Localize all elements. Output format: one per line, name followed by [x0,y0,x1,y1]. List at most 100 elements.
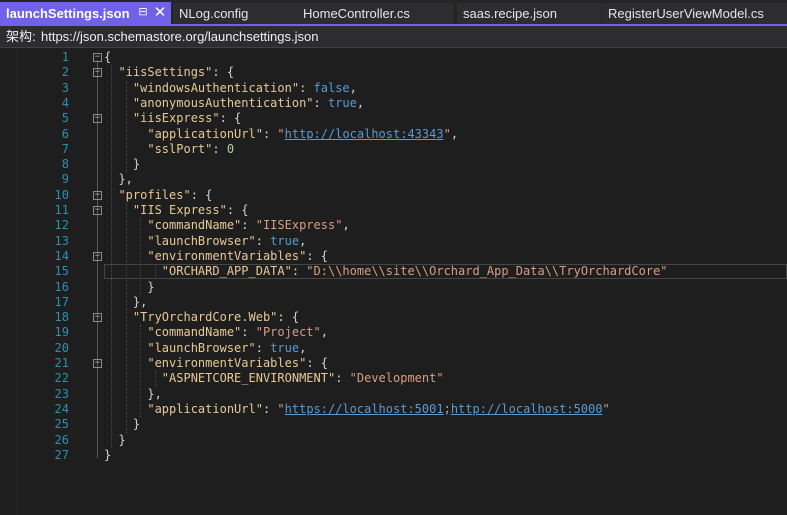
code-token: : { [306,356,328,370]
fold-toggle-icon[interactable]: − [93,68,102,78]
url-link[interactable]: http://localhost:43343 [285,127,444,141]
code-line[interactable]: 13 "launchBrowser": true, [0,234,787,249]
tab-label: HomeController.cs [303,6,410,21]
line-number: 13 [54,233,69,248]
code-line[interactable]: 22 "ASPNETCORE_ENVIRONMENT": "Developmen… [0,371,787,386]
code-line[interactable]: 17 }, [0,295,787,310]
line-number: 10 [54,187,69,202]
code-token: : { [190,187,213,202]
pin-icon[interactable]: ⊟ [137,5,149,19]
code-line[interactable]: 8 } [0,157,787,172]
line-number: 21 [54,356,69,370]
code-text: "commandName": "Project", [104,325,328,340]
code-token: : [241,218,256,233]
code-token: : [291,264,307,279]
code-line[interactable]: 25 } [0,417,787,432]
code-token: } [104,157,141,172]
code-line[interactable]: 10 − "profiles": { [0,188,787,203]
code-line[interactable]: 6 "applicationUrl": "http://localhost:43… [0,127,787,142]
code-token: , [349,80,357,95]
tab-saas-recipe-json[interactable]: saas.recipe.json [457,3,601,24]
line-number: 1 [61,50,69,64]
fold-toggle-icon[interactable]: − [93,114,102,124]
tab-label: saas.recipe.json [463,6,557,21]
code-line[interactable]: 7 "sslPort": 0 [0,142,787,157]
url-link[interactable]: http://localhost:5000 [451,402,603,416]
code-token: "TryOrchardCore.Web" [132,310,278,325]
code-token: "applicationUrl" [147,401,263,416]
fold-toggle-icon[interactable]: − [93,359,102,368]
code-token: : [262,126,278,141]
close-icon[interactable]: ✕ [153,4,167,20]
code-line[interactable]: 23 }, [0,387,787,402]
code-text: } [104,280,154,295]
fold-toggle-icon[interactable]: − [93,206,102,215]
code-text: } [104,157,140,172]
fold-toggle-icon[interactable]: − [93,251,102,261]
line-number: 6 [61,126,69,141]
code-token: : [241,325,256,340]
code-text: } [104,448,111,463]
code-text: { [104,50,111,65]
code-token: "commandName" [147,325,242,340]
code-token: : [313,95,328,110]
code-token: : [212,141,227,156]
code-token: , [299,340,307,355]
schema-url[interactable]: https://json.schemastore.org/launchsetti… [41,26,318,48]
code-text: "anonymousAuthentication": true, [104,96,364,111]
code-token: "applicationUrl" [147,126,263,141]
code-line[interactable]: 1 −{ [0,50,787,65]
code-line[interactable]: 5 − "iisExpress": { [0,111,787,126]
code-token: "D:\\home\\site\\Orchard_App_Data\\TryOr… [306,264,668,279]
line-number: 18 [54,310,69,325]
line-number: 20 [54,340,69,355]
code-text: "sslPort": 0 [104,142,234,157]
code-token: " [277,401,285,416]
code-token: : [335,371,350,386]
code-token: "iisSettings" [118,65,213,80]
url-link[interactable]: https://localhost:5001 [285,402,444,416]
code-line[interactable]: 26 } [0,433,787,448]
code-token: , [299,233,307,248]
code-text: "TryOrchardCore.Web": { [104,310,299,325]
document-tab-bar: launchSettings.json ⊟ ✕ NLog.config Home… [0,0,787,26]
code-text: "iisSettings": { [104,65,234,80]
code-line[interactable]: 21 − "environmentVariables": { [0,356,787,371]
code-token: } [104,447,112,462]
code-line[interactable]: 14 − "environmentVariables": { [0,249,787,264]
tab-homecontroller-cs[interactable]: HomeController.cs [297,3,453,24]
tab-nlog-config[interactable]: NLog.config [173,3,297,24]
line-number: 14 [54,248,69,263]
code-editor[interactable]: 1−{2− "iisSettings": {3 "windowsAuthenti… [0,48,787,515]
line-number: 11 [54,203,69,217]
code-line[interactable]: 27} [0,448,787,463]
code-token: "anonymousAuthentication" [132,95,314,110]
code-token: }, [104,172,133,187]
code-line[interactable]: 19 "commandName": "Project", [0,325,787,340]
code-line[interactable]: 12 "commandName": "IISExpress", [0,218,787,233]
code-line[interactable]: 20 "launchBrowser": true, [0,341,787,356]
code-text: "ASPNETCORE_ENVIRONMENT": "Development" [104,371,444,386]
fold-toggle-icon[interactable]: − [93,190,102,200]
line-number: 17 [54,294,69,309]
code-line[interactable]: 15 "ORCHARD_APP_DATA": "D:\\home\\site\\… [0,264,787,280]
code-text: "environmentVariables": { [104,249,328,264]
code-line[interactable]: 3 "windowsAuthentication": false, [0,81,787,96]
code-token: : [255,233,271,248]
fold-toggle-icon[interactable]: − [93,53,102,62]
code-text: "IIS Express": { [104,203,249,218]
code-line[interactable]: 24 "applicationUrl": "https://localhost:… [0,402,787,417]
code-token: : [299,80,314,95]
code-line[interactable]: 11 − "IIS Express": { [0,203,787,218]
code-line[interactable]: 9 }, [0,172,787,187]
code-token: true [270,340,300,355]
tab-registeruserviewmodel-cs[interactable]: RegisterUserViewModel.cs [602,3,787,24]
fold-toggle-icon[interactable]: − [93,313,102,323]
code-line[interactable]: 4 "anonymousAuthentication": true, [0,96,787,111]
code-line[interactable]: 18 − "TryOrchardCore.Web": { [0,310,787,325]
code-line[interactable]: 16 } [0,280,787,295]
code-line[interactable]: 2 − "iisSettings": { [0,65,787,80]
